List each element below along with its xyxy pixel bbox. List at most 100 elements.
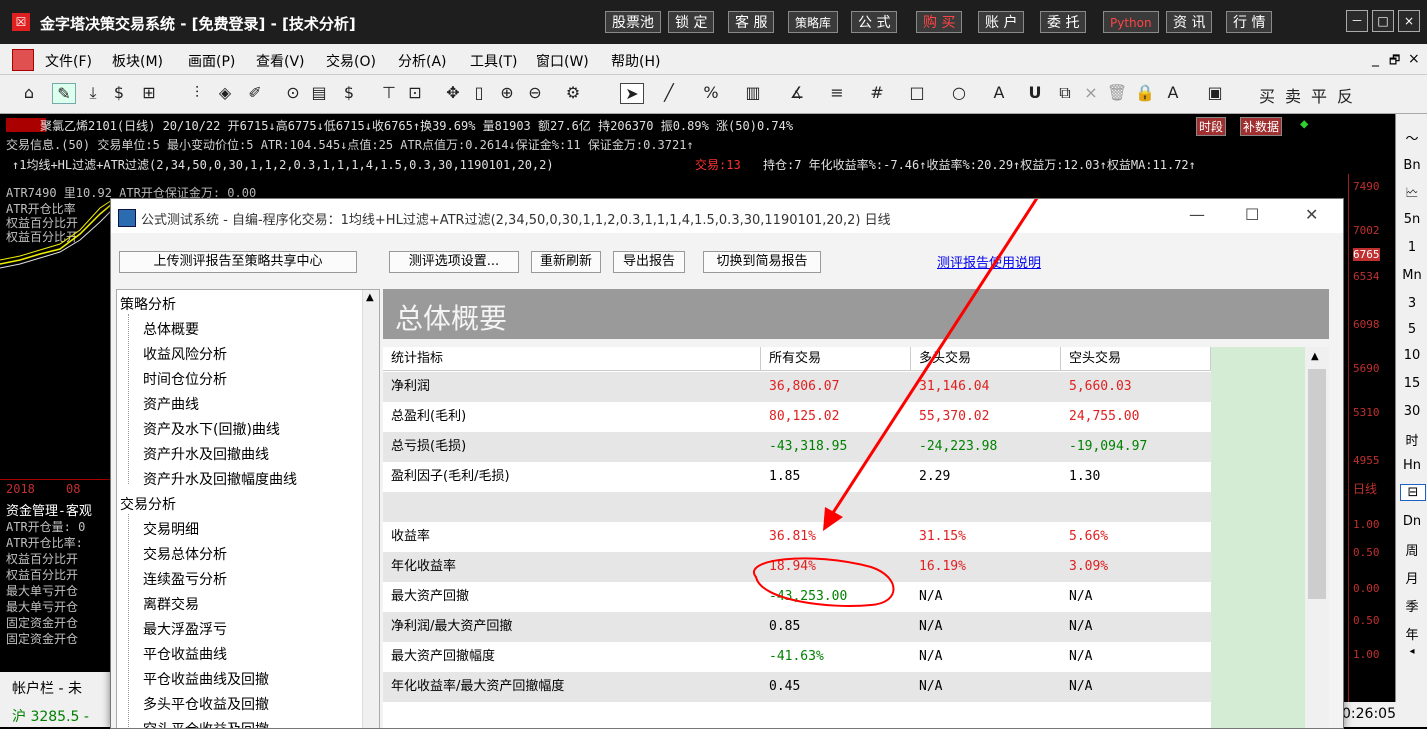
price-tick: 6534 (1353, 270, 1380, 283)
filter-icon[interactable]: ⊤ (378, 83, 400, 102)
period-hn[interactable]: Hn (1400, 458, 1424, 473)
period-chart-icon[interactable]: 🗠 (1400, 184, 1424, 206)
collapse-arrow-icon[interactable]: ◂ (1400, 646, 1424, 657)
hash-icon[interactable]: # (866, 83, 888, 102)
period-15[interactable]: 15 (1400, 376, 1424, 391)
menu-sector[interactable]: 板块(M) (112, 51, 163, 71)
minimize-button[interactable]: － (1346, 10, 1368, 32)
indicator-tick: 1.00 (1353, 648, 1380, 661)
account-button[interactable]: 账 户 (978, 11, 1025, 33)
period-tick-icon[interactable]: 〜 (1400, 128, 1424, 147)
text-icon[interactable]: A (988, 83, 1010, 102)
account-bar[interactable]: 帐户栏 - 未 (0, 672, 110, 702)
U-icon[interactable]: U (1024, 83, 1046, 102)
period-week[interactable]: 周 (1400, 540, 1424, 559)
period-30[interactable]: 30 (1400, 404, 1424, 419)
doc-icon[interactable]: ▤ (308, 83, 330, 102)
mdi-restore-button[interactable]: 🗗 (1389, 51, 1400, 72)
fill-data-badge[interactable]: 补数据 (1240, 117, 1283, 136)
formula-button[interactable]: 公 式 (851, 11, 898, 33)
period-5[interactable]: 5 (1400, 322, 1424, 337)
purchase-button[interactable]: 购 买 (916, 11, 963, 33)
flat-button[interactable]: 平 (1308, 83, 1330, 107)
period-month[interactable]: 月 (1400, 568, 1424, 587)
period-dn[interactable]: Dn (1400, 514, 1424, 529)
text-color-icon[interactable]: A (1162, 83, 1184, 102)
line-icon[interactable]: ╱ (658, 83, 680, 102)
quotes-button[interactable]: 行 情 (1226, 11, 1273, 33)
dollar-icon[interactable]: $ (338, 83, 360, 102)
download-icon[interactable]: ⤓ (82, 83, 104, 103)
grid-icon[interactable]: ⊞ (138, 83, 160, 102)
close-button[interactable]: × (1398, 10, 1420, 32)
menu-analysis[interactable]: 分析(A) (398, 51, 447, 71)
menu-tools[interactable]: 工具(T) (470, 51, 517, 71)
chart-date-label: 08 (66, 482, 81, 496)
stock-pool-button[interactable]: 股票池 (605, 11, 661, 33)
angle-icon[interactable]: ∡ (786, 83, 808, 102)
copy-icon[interactable]: ⧉ (1054, 83, 1076, 103)
home-icon[interactable]: ⌂ (18, 83, 40, 102)
menu-view[interactable]: 查看(V) (256, 51, 305, 71)
news-button[interactable]: 资 讯 (1166, 11, 1213, 33)
price-axis-line (1348, 174, 1349, 727)
zoom-out-icon[interactable]: ⊖ (524, 83, 546, 102)
settings-icon[interactable]: ⚙ (562, 83, 584, 102)
edit-icon[interactable]: ✐ (244, 83, 266, 102)
period-10[interactable]: 10 (1400, 348, 1424, 363)
period-year[interactable]: 年 (1400, 624, 1424, 643)
menu-trade[interactable]: 交易(O) (326, 51, 376, 71)
menu-help[interactable]: 帮助(H) (611, 51, 660, 71)
status-diamond-icon: ◆ (1300, 116, 1309, 132)
lock-button[interactable]: 锁 定 (668, 11, 715, 33)
play-circle-icon[interactable]: ⊙ (282, 83, 304, 102)
box-icon[interactable]: ▥ (742, 83, 764, 102)
lower-label: 最大单亏开仓 (6, 584, 79, 598)
app-logo-icon: ☒ (12, 13, 30, 31)
mdi-minimize-button[interactable]: _ (1372, 51, 1379, 67)
sell-button[interactable]: 卖 (1282, 83, 1304, 107)
support-button[interactable]: 客 服 (728, 11, 775, 33)
session-badge[interactable]: 时段 (1196, 117, 1227, 136)
period-hour[interactable]: 时 (1400, 430, 1424, 449)
buy-button[interactable]: 买 (1256, 83, 1278, 107)
pointer-icon[interactable]: ➤ (620, 83, 644, 104)
current-price-tick: 6765 (1353, 248, 1380, 261)
period-1[interactable]: 1 (1400, 240, 1424, 255)
reverse-button[interactable]: 反 (1334, 83, 1356, 107)
strategy-library-button[interactable]: 策略库 (788, 11, 839, 33)
bar-icon[interactable]: ▯ (468, 83, 490, 102)
clock: 0:26:05 (1342, 702, 1427, 727)
close-x-icon[interactable]: × (1080, 83, 1102, 102)
period-5n[interactable]: 5n (1400, 212, 1424, 227)
python-button[interactable]: Python (1103, 11, 1159, 33)
period-bn[interactable]: Bn (1400, 158, 1424, 173)
zoom-in-icon[interactable]: ⊕ (496, 83, 518, 102)
list-icon[interactable]: ≡ (826, 83, 848, 102)
frame-icon[interactable]: ⊡ (404, 83, 426, 102)
lock-icon[interactable]: 🔒 (1134, 83, 1156, 102)
period-3[interactable]: 3 (1400, 296, 1424, 311)
period-mn[interactable]: Mn (1400, 268, 1424, 283)
lower-panel-title: 资金管理-客观 (6, 504, 92, 519)
dollar-refresh-icon[interactable]: $ (108, 83, 130, 102)
circle-icon[interactable]: ○ (948, 83, 970, 102)
move-icon[interactable]: ✥ (442, 83, 464, 102)
formula-test-dialog: 公式测试系统 - 自编-程序化交易：1均线+HL过滤+ATR过滤(2,34,50… (110, 198, 1344, 729)
order-button[interactable]: 委 托 (1040, 11, 1087, 33)
save-icon[interactable]: ▣ (1204, 83, 1226, 102)
compass-icon[interactable]: ◈ (214, 83, 236, 102)
menu-view-screen[interactable]: 画面(P) (188, 51, 235, 71)
indicator-tick: 0.50 (1353, 546, 1380, 559)
percent-icon[interactable]: % (700, 83, 722, 102)
restore-button[interactable]: □ (1372, 10, 1394, 32)
menu-window[interactable]: 窗口(W) (536, 51, 589, 71)
trash-icon[interactable]: 🗑 (1106, 83, 1128, 102)
bar-chart-icon[interactable]: ⫶ (186, 83, 208, 103)
pencil-icon[interactable]: ✎ (52, 83, 76, 104)
menu-file[interactable]: 文件(F) (45, 51, 92, 71)
period-quarter[interactable]: 季 (1400, 596, 1424, 615)
period-day[interactable]: ⊟ (1400, 484, 1426, 501)
mdi-close-button[interactable]: × (1408, 51, 1420, 67)
rect-icon[interactable]: □ (906, 83, 928, 102)
